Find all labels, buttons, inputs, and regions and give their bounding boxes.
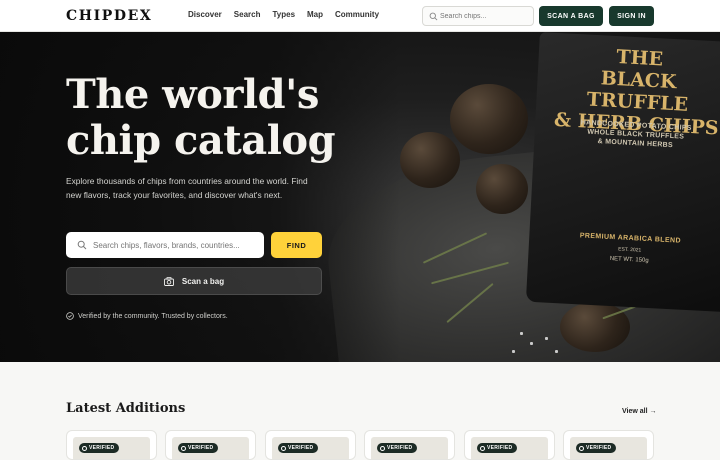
verified-badge: VERIFIED [477,443,518,453]
top-nav: CHIPDEX Discover Search Types Map Commun… [0,0,720,32]
verified-badge-label: VERIFIED [487,445,513,451]
salt-decoration [545,337,548,340]
hero-search-box[interactable] [66,232,264,258]
check-circle-icon [66,312,74,320]
verified-badge: VERIFIED [576,443,617,453]
chip-card[interactable]: VERIFIED [66,430,157,460]
verified-badge-label: VERIFIED [387,445,413,451]
nav-link-types[interactable]: Types [272,10,295,19]
truffle-image [560,302,630,352]
verified-text: Verified by the community. Trusted by co… [78,312,228,320]
camera-icon [163,276,174,286]
verified-note: Verified by the community. Trusted by co… [66,312,228,320]
verified-badge-label: VERIFIED [188,445,214,451]
search-icon [77,240,87,250]
hero-search-input[interactable] [93,237,258,253]
verified-badge-label: VERIFIED [288,445,314,451]
truffle-image [400,132,460,188]
verified-badge: VERIFIED [79,443,120,453]
view-all-link[interactable]: View all → [622,408,657,415]
verified-badge: VERIFIED [377,443,418,453]
hero-title-line: The world's [66,71,319,118]
verified-badge-label: VERIFIED [586,445,612,451]
hero-title-line: chip catalog [66,117,336,164]
chip-card[interactable]: VERIFIED [464,430,555,460]
find-button[interactable]: FIND [271,232,322,258]
verified-badge: VERIFIED [178,443,219,453]
hero-description: Explore thousands of chips from countrie… [66,176,308,200]
scan-bag-label: Scan a bag [181,276,225,286]
salt-decoration [555,350,558,353]
chip-card[interactable]: VERIFIED [563,430,654,460]
search-icon [429,12,438,21]
product-bag-image: THE BLACK TRUFFLE & HERB CHIPS HANDCOOKE… [525,32,720,313]
latest-additions-title: Latest Additions [66,401,186,416]
truffle-image [450,84,528,154]
chip-card[interactable]: VERIFIED [265,430,356,460]
chip-card[interactable]: VERIFIED [165,430,256,460]
nav-search-input[interactable] [440,9,530,23]
logo[interactable]: CHIPDEX [66,8,152,24]
nav-link-search[interactable]: Search [234,10,261,19]
salt-decoration [512,350,515,353]
nav-link-map[interactable]: Map [307,10,323,19]
scan-bag-button[interactable]: Scan a bag [66,267,322,295]
scan-a-bag-button[interactable]: SCAN A BAG [539,6,603,26]
chip-card[interactable]: VERIFIED [364,430,455,460]
nav-search-box[interactable] [422,6,534,26]
salt-decoration [530,342,533,345]
nav-links: Discover Search Types Map Community [188,10,379,19]
truffle-image [476,164,528,214]
verified-badge: VERIFIED [278,443,319,453]
sign-in-button[interactable]: SIGN IN [609,6,654,26]
hero-title: The world's chip catalog [66,72,366,164]
nav-link-discover[interactable]: Discover [188,10,222,19]
latest-cards: VERIFIED VERIFIED VERIFIED VERIFIED VERI… [66,430,654,460]
nav-link-community[interactable]: Community [335,10,379,19]
salt-decoration [520,332,523,335]
verified-badge-label: VERIFIED [89,445,115,451]
